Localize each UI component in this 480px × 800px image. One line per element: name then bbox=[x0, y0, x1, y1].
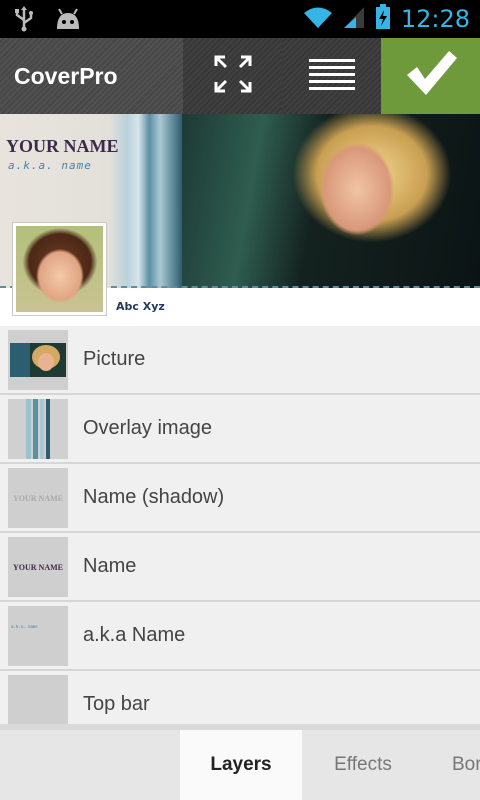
layer-label: Top bar bbox=[83, 693, 150, 715]
layer-thumb-name: YOUR NAME bbox=[8, 537, 68, 597]
layer-list: Picture Overlay image YOUR NAME Name (sh… bbox=[0, 326, 480, 724]
status-bar: 12:28 bbox=[0, 0, 480, 38]
menu-button[interactable] bbox=[282, 38, 381, 114]
cover-aka-text: a.k.a. name bbox=[8, 159, 92, 172]
layer-row-top-bar[interactable]: Top bar bbox=[0, 671, 480, 724]
profile-name: Abc Xyz bbox=[116, 300, 165, 313]
tab-effects[interactable]: Effects bbox=[302, 730, 424, 800]
app-title: CoverPro bbox=[0, 38, 183, 114]
layer-thumb-name-shadow: YOUR NAME bbox=[8, 468, 68, 528]
layer-label: Overlay image bbox=[83, 417, 212, 439]
android-debug-icon bbox=[54, 7, 82, 35]
action-bar: CoverPro bbox=[0, 38, 480, 114]
layer-row-overlay-image[interactable]: Overlay image bbox=[0, 395, 480, 464]
cover-picture bbox=[182, 114, 480, 288]
cover-preview[interactable]: YOUR NAME a.k.a. name Abc Xyz bbox=[0, 114, 480, 326]
layer-label: Picture bbox=[83, 348, 146, 370]
layer-thumb-aka: a.k.a. name bbox=[8, 606, 68, 666]
battery-charging-icon bbox=[375, 4, 391, 34]
bottom-tab-bar: Layers Effects Bor bbox=[0, 724, 480, 800]
signal-icon bbox=[343, 5, 365, 33]
layer-thumb-text: YOUR NAME bbox=[13, 493, 63, 503]
tab-layers[interactable]: Layers bbox=[180, 730, 302, 800]
fullscreen-icon bbox=[213, 54, 253, 98]
layer-row-picture[interactable]: Picture bbox=[0, 326, 480, 395]
layer-label: a.k.a Name bbox=[83, 624, 186, 646]
confirm-check-icon bbox=[403, 49, 459, 103]
layer-label: Name bbox=[83, 555, 137, 577]
tab-borders[interactable]: Bor bbox=[440, 730, 480, 800]
fullscreen-button[interactable] bbox=[183, 38, 282, 114]
layer-label: Name (shadow) bbox=[83, 486, 225, 508]
avatar bbox=[12, 222, 107, 316]
layer-thumb-text: a.k.a. name bbox=[11, 624, 38, 629]
menu-icon bbox=[308, 57, 355, 95]
layer-thumb-picture bbox=[8, 330, 68, 390]
usb-icon bbox=[14, 6, 34, 36]
layer-thumb-text: YOUR NAME bbox=[13, 562, 63, 572]
wifi-icon bbox=[303, 5, 333, 33]
avatar-photo bbox=[16, 226, 103, 312]
confirm-button[interactable] bbox=[381, 38, 480, 114]
layer-row-name-shadow[interactable]: YOUR NAME Name (shadow) bbox=[0, 464, 480, 533]
layer-thumb-overlay bbox=[8, 399, 68, 459]
status-clock: 12:28 bbox=[400, 5, 470, 33]
layer-row-name[interactable]: YOUR NAME Name bbox=[0, 533, 480, 602]
layer-thumb-top-bar bbox=[8, 675, 68, 724]
cover-name-text: YOUR NAME bbox=[6, 136, 119, 156]
layer-row-aka-name[interactable]: a.k.a. name a.k.a Name bbox=[0, 602, 480, 671]
